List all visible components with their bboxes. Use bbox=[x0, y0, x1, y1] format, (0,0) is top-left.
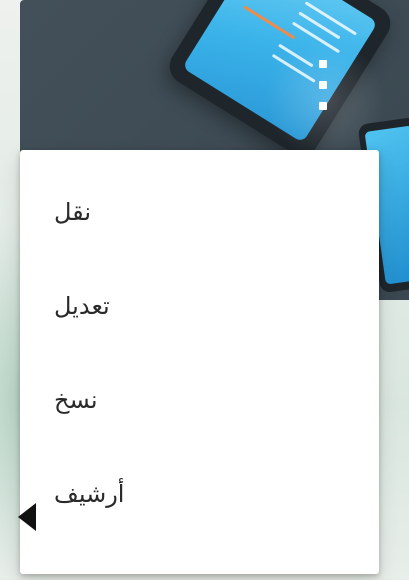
menu-item-label: أرشيف bbox=[54, 480, 125, 508]
more-vert-icon[interactable] bbox=[316, 60, 330, 110]
menu-item-edit[interactable]: تعديل bbox=[20, 278, 379, 334]
menu-item-archive[interactable]: أرشيف bbox=[20, 466, 379, 522]
menu-item-copy[interactable]: نسخ bbox=[20, 372, 379, 428]
menu-item-label: نقل bbox=[54, 198, 91, 226]
menu-item-label: تعديل bbox=[54, 292, 110, 320]
arrow-pointer-icon bbox=[0, 503, 36, 531]
menu-item-label: نسخ bbox=[54, 386, 98, 414]
menu-item-move[interactable]: نقل bbox=[20, 184, 379, 240]
context-menu: نقل تعديل نسخ أرشيف bbox=[20, 150, 379, 574]
